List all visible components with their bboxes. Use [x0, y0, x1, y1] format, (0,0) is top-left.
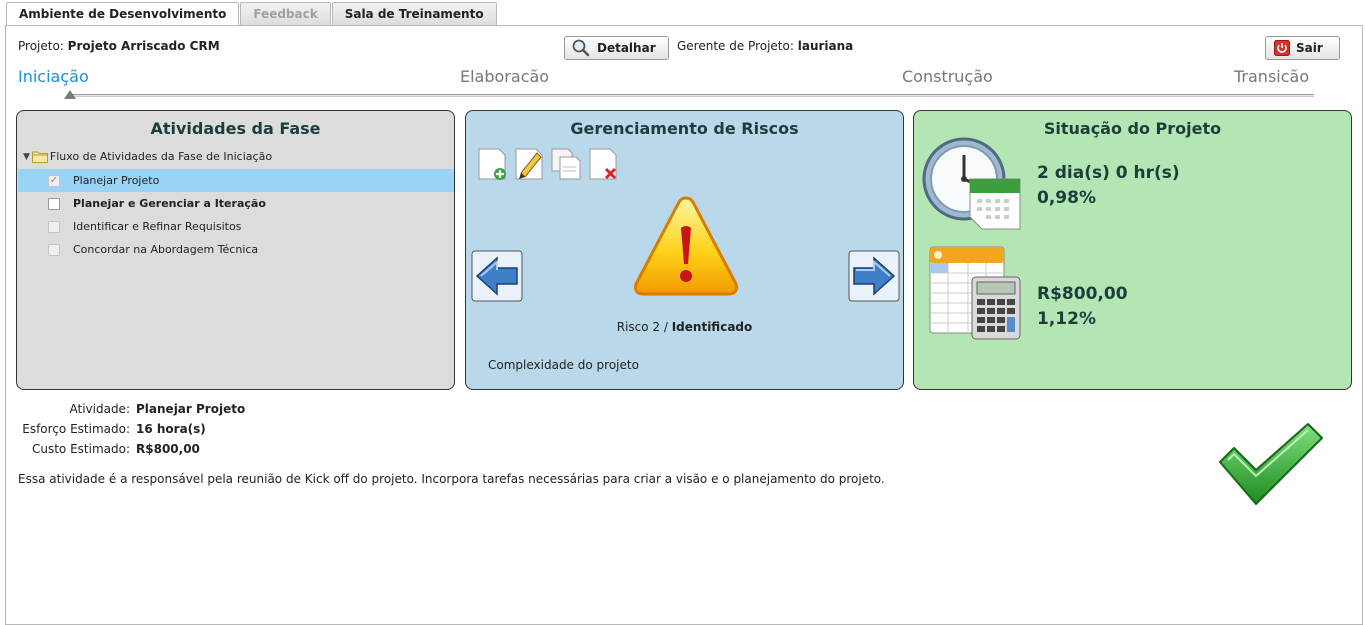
- details-button-label: Detalhar: [597, 41, 656, 55]
- activity-tree-root[interactable]: ▼ Fluxo de Atividades da Fase de Iniciaç…: [23, 150, 272, 163]
- activity-item-identificar-refinar-requisitos[interactable]: Identificar e Refinar Requisitos: [18, 215, 454, 238]
- expand-arrow-icon[interactable]: ▼: [23, 152, 30, 162]
- tab-feedback[interactable]: Feedback: [240, 2, 331, 26]
- activities-panel: Atividades da Fase ▼ Fluxo de Atividades…: [16, 110, 455, 390]
- exit-button-label: Sair: [1296, 41, 1323, 55]
- risk-description: Complexidade do projeto: [488, 358, 639, 372]
- next-risk-arrow-icon[interactable]: [848, 250, 900, 302]
- phase-slider-track: [68, 94, 1314, 97]
- spreadsheet-calculator-icon: [928, 245, 1024, 344]
- folder-icon: [31, 150, 48, 163]
- detail-cost: Custo Estimado: R$800,00: [18, 442, 200, 456]
- detail-cost-value: R$800,00: [136, 442, 200, 456]
- magnifier-icon: [571, 39, 591, 57]
- manager-name: lauriana: [797, 39, 854, 53]
- detail-cost-label: Custo Estimado:: [31, 442, 130, 456]
- power-icon: [1274, 40, 1290, 56]
- risks-title: Gerenciamento de Riscos: [570, 119, 799, 138]
- phase-construcao[interactable]: Construção: [902, 67, 993, 86]
- activity-checkbox[interactable]: [48, 197, 60, 210]
- add-risk-icon[interactable]: [476, 147, 508, 181]
- risk-name: Risco 2 /: [616, 320, 672, 334]
- activity-item-label: Planejar e Gerenciar a Iteração: [73, 197, 266, 210]
- activities-title: Atividades da Fase: [150, 119, 321, 138]
- activity-description: Essa atividade é a responsável pela reun…: [18, 472, 885, 486]
- time-percent: 0,98%: [1037, 188, 1096, 208]
- activity-tree-root-label: Fluxo de Atividades da Fase de Iniciação: [49, 150, 273, 163]
- detail-effort-value: 16 hora(s): [136, 422, 206, 436]
- detail-effort: Esforço Estimado: 16 hora(s): [18, 422, 206, 436]
- activity-item-label: Planejar Projeto: [73, 174, 160, 187]
- edit-risk-icon[interactable]: [513, 147, 545, 181]
- risk-name-status: Risco 2 / Identificado: [466, 320, 903, 334]
- activity-item-label: Concordar na Abordagem Técnica: [73, 243, 259, 256]
- manager-label: Gerente de Projeto:: [677, 39, 794, 53]
- tab-ambiente-desenvolvimento[interactable]: Ambiente de Desenvolvimento: [6, 2, 240, 27]
- activity-checkbox[interactable]: [48, 220, 60, 233]
- detail-activity-label: Atividade:: [69, 402, 131, 416]
- project-name: Projeto Arriscado CRM: [67, 39, 220, 53]
- status-panel: Situação do Projeto 2 dia(s) 0 hr(s) 0,9…: [913, 110, 1352, 390]
- detail-effort-label: Esforço Estimado:: [22, 422, 130, 436]
- activity-checkbox[interactable]: [48, 243, 60, 256]
- tab-sala-treinamento[interactable]: Sala de Treinamento: [331, 2, 497, 26]
- tab-bar: Ambiente de Desenvolvimento Feedback Sal…: [6, 2, 498, 27]
- warning-icon: [632, 194, 740, 305]
- details-button[interactable]: Detalhar: [564, 36, 669, 60]
- activity-item-planejar-projeto[interactable]: ✓ Planejar Projeto: [18, 169, 454, 192]
- detail-activity-value: Planejar Projeto: [136, 402, 246, 416]
- project-info: Projeto: Projeto Arriscado CRM: [18, 39, 220, 53]
- copy-risk-icon[interactable]: [550, 147, 582, 181]
- risk-status: Identificado: [671, 320, 753, 334]
- activity-item-label: Identificar e Refinar Requisitos: [73, 220, 242, 233]
- cost-percent: 1,12%: [1037, 309, 1096, 329]
- delete-risk-icon[interactable]: [587, 147, 619, 181]
- activity-checkbox[interactable]: ✓: [48, 174, 60, 187]
- project-label: Projeto:: [18, 39, 64, 53]
- activity-item-planejar-gerenciar-iteracao[interactable]: Planejar e Gerenciar a Iteração: [18, 192, 454, 215]
- phase-iniciacao[interactable]: Iniciação: [18, 67, 89, 86]
- estimated-cost: R$800,00: [1037, 284, 1128, 304]
- phase-elaboracao[interactable]: Elaboracão: [460, 67, 549, 86]
- clock-calendar-icon: [922, 135, 1026, 238]
- exit-button[interactable]: Sair: [1265, 36, 1340, 60]
- time-elapsed: 2 dia(s) 0 hr(s): [1037, 163, 1180, 183]
- activity-item-concordar-abordagem-tecnica[interactable]: Concordar na Abordagem Técnica: [18, 238, 454, 261]
- checkmark-icon[interactable]: [1218, 422, 1324, 509]
- risks-panel: Gerenciamento de Riscos Risco 2 / Identi…: [465, 110, 904, 390]
- project-manager: Gerente de Projeto: lauriana: [677, 39, 853, 53]
- phase-transicao[interactable]: Transicão: [1234, 67, 1309, 86]
- previous-risk-arrow-icon[interactable]: [471, 250, 523, 302]
- detail-activity: Atividade: Planejar Projeto: [18, 402, 246, 416]
- phase-slider-thumb[interactable]: [64, 90, 76, 99]
